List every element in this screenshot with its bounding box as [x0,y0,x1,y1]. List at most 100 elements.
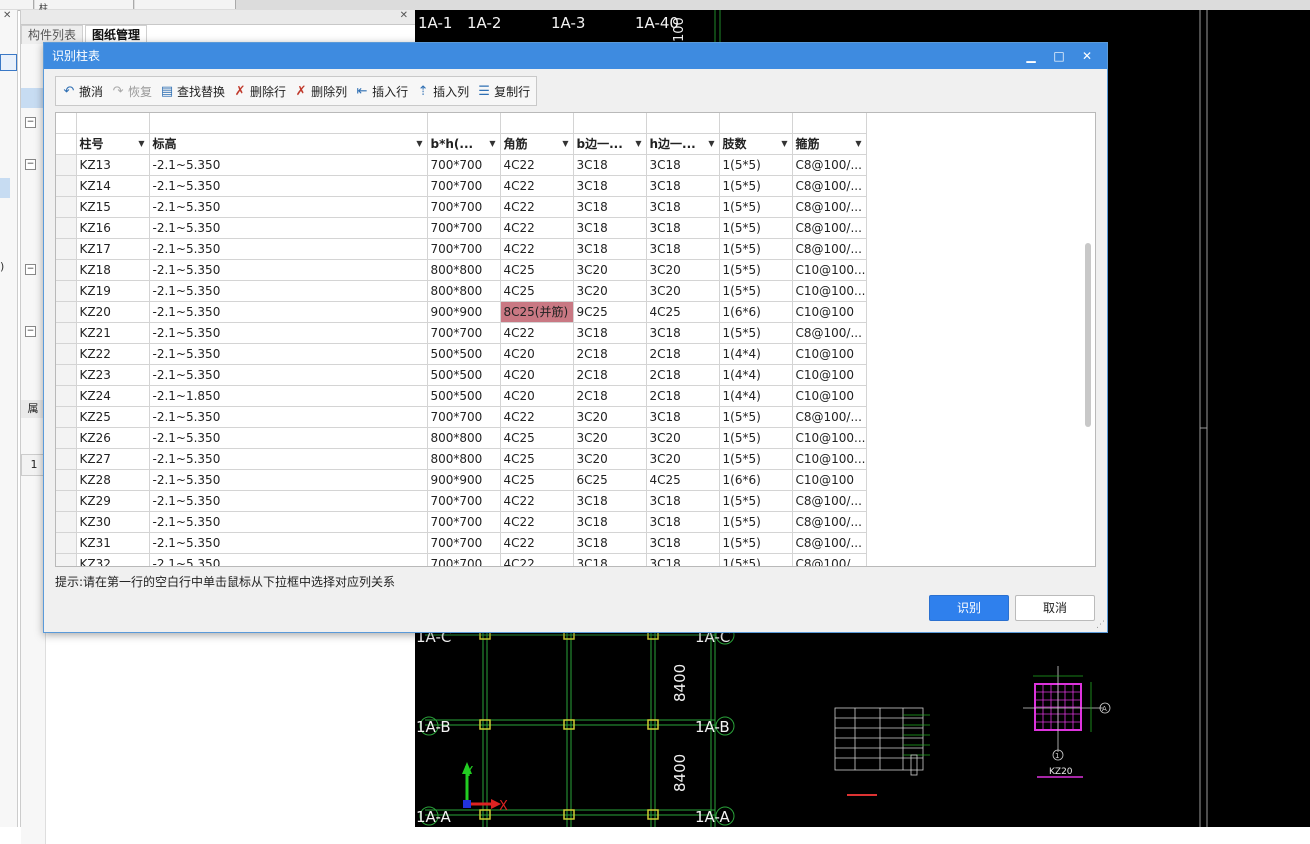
table-cell[interactable]: 1(5*5) [719,553,793,566]
table-cell[interactable]: 9C25 [573,301,647,323]
table-cell[interactable]: 4C22 [500,532,574,554]
table-cell[interactable]: 700*700 [427,490,501,512]
mapping-cell[interactable] [149,113,428,134]
table-cell[interactable]: 1(5*5) [719,490,793,512]
table-cell[interactable]: KZ24 [76,385,150,407]
table-cell[interactable]: 800*800 [427,427,501,449]
mapping-cell[interactable] [573,113,647,134]
table-cell[interactable]: KZ19 [76,280,150,302]
row-header[interactable] [56,511,77,533]
table-cell[interactable]: C10@100 [792,301,867,323]
column-header[interactable]: h边一... ▼ [646,133,720,155]
table-cell[interactable]: 500*500 [427,343,501,365]
mapping-cell[interactable] [646,113,720,134]
table-cell[interactable]: C10@100 [792,469,867,491]
table-cell[interactable]: 3C18 [646,406,720,428]
table-cell[interactable]: -2.1~5.350 [149,280,428,302]
table-cell[interactable]: 700*700 [427,532,501,554]
table-cell[interactable]: C10@100... [792,448,867,470]
maximize-icon[interactable]: □ [1045,43,1073,69]
table-cell[interactable]: 3C18 [646,217,720,239]
table-cell[interactable]: 3C18 [573,154,647,176]
table-cell[interactable]: 8C25(并筋) [500,301,574,323]
table-cell[interactable]: -2.1~5.350 [149,259,428,281]
table-cell[interactable]: 3C18 [573,196,647,218]
table-cell[interactable]: 3C20 [646,259,720,281]
table-cell[interactable]: 700*700 [427,511,501,533]
table-cell[interactable]: 1(5*5) [719,196,793,218]
table-cell[interactable]: C10@100... [792,427,867,449]
table-cell[interactable]: 4C22 [500,217,574,239]
table-cell[interactable]: 800*800 [427,259,501,281]
row-header[interactable] [56,175,77,197]
table-cell[interactable]: C8@100/... [792,490,867,512]
minimize-icon[interactable]: ▁ [1017,43,1045,69]
table-cell[interactable]: C10@100... [792,259,867,281]
table-cell[interactable]: 4C25 [500,259,574,281]
table-cell[interactable]: KZ21 [76,322,150,344]
table-cell[interactable]: C10@100 [792,364,867,386]
dropdown-arrow-icon[interactable]: ▼ [781,134,787,154]
column-header[interactable]: b边一... ▼ [573,133,647,155]
table-cell[interactable]: 700*700 [427,154,501,176]
table-cell[interactable]: -2.1~5.350 [149,343,428,365]
table-cell[interactable]: 800*800 [427,448,501,470]
table-cell[interactable]: 3C18 [646,196,720,218]
table-cell[interactable]: 500*500 [427,385,501,407]
table-cell[interactable]: 800*800 [427,280,501,302]
table-cell[interactable]: -2.1~5.350 [149,427,428,449]
table-cell[interactable]: 700*700 [427,175,501,197]
table-cell[interactable]: 3C20 [646,280,720,302]
table-cell[interactable]: 1(5*5) [719,238,793,260]
row-header[interactable] [56,301,77,323]
close-icon[interactable]: ✕ [400,10,408,21]
table-cell[interactable]: 900*900 [427,469,501,491]
table-cell[interactable]: 4C25 [646,301,720,323]
collapse-icon[interactable]: − [25,326,36,337]
row-header[interactable] [56,259,77,281]
table-cell[interactable]: C8@100/... [792,406,867,428]
table-cell[interactable]: 4C25 [500,427,574,449]
row-header[interactable] [56,469,77,491]
table-cell[interactable]: 3C18 [646,490,720,512]
table-cell[interactable]: 1(5*5) [719,427,793,449]
row-header[interactable] [56,385,77,407]
delete-column-button[interactable]: ✗ 删除列 [290,79,351,103]
column-header[interactable]: 标高 ▼ [149,133,428,155]
table-cell[interactable]: 4C22 [500,406,574,428]
table-cell[interactable]: 1(5*5) [719,259,793,281]
table-cell[interactable]: 4C20 [500,343,574,365]
mapping-cell[interactable] [719,113,793,134]
table-cell[interactable]: 3C20 [573,448,647,470]
table-cell[interactable]: KZ27 [76,448,150,470]
table-cell[interactable]: -2.1~5.350 [149,364,428,386]
column-header[interactable]: 肢数 ▼ [719,133,793,155]
table-cell[interactable]: C10@100 [792,343,867,365]
collapse-icon[interactable]: − [25,159,36,170]
table-cell[interactable]: 1(6*6) [719,469,793,491]
table-cell[interactable]: C8@100/... [792,322,867,344]
row-header[interactable] [56,217,77,239]
table-cell[interactable]: 2C18 [573,385,647,407]
table-cell[interactable]: -2.1~5.350 [149,175,428,197]
table-cell[interactable]: 3C18 [646,322,720,344]
table-cell[interactable]: 1(5*5) [719,217,793,239]
table-cell[interactable]: KZ26 [76,427,150,449]
table-cell[interactable]: 3C18 [646,511,720,533]
table-cell[interactable]: C10@100... [792,280,867,302]
mapping-cell[interactable] [500,113,574,134]
table-cell[interactable]: C8@100/... [792,511,867,533]
table-cell[interactable]: 3C18 [646,532,720,554]
row-header[interactable] [56,364,77,386]
close-icon[interactable]: ✕ [3,10,11,21]
table-cell[interactable]: 3C18 [646,154,720,176]
table-cell[interactable]: 3C20 [573,427,647,449]
table-cell[interactable]: 3C18 [573,490,647,512]
table-cell[interactable]: 700*700 [427,238,501,260]
table-cell[interactable]: KZ20 [76,301,150,323]
table-cell[interactable]: KZ16 [76,217,150,239]
table-cell[interactable]: C8@100/... [792,154,867,176]
table-cell[interactable]: 700*700 [427,322,501,344]
table-cell[interactable]: KZ28 [76,469,150,491]
table-cell[interactable]: C8@100/... [792,532,867,554]
